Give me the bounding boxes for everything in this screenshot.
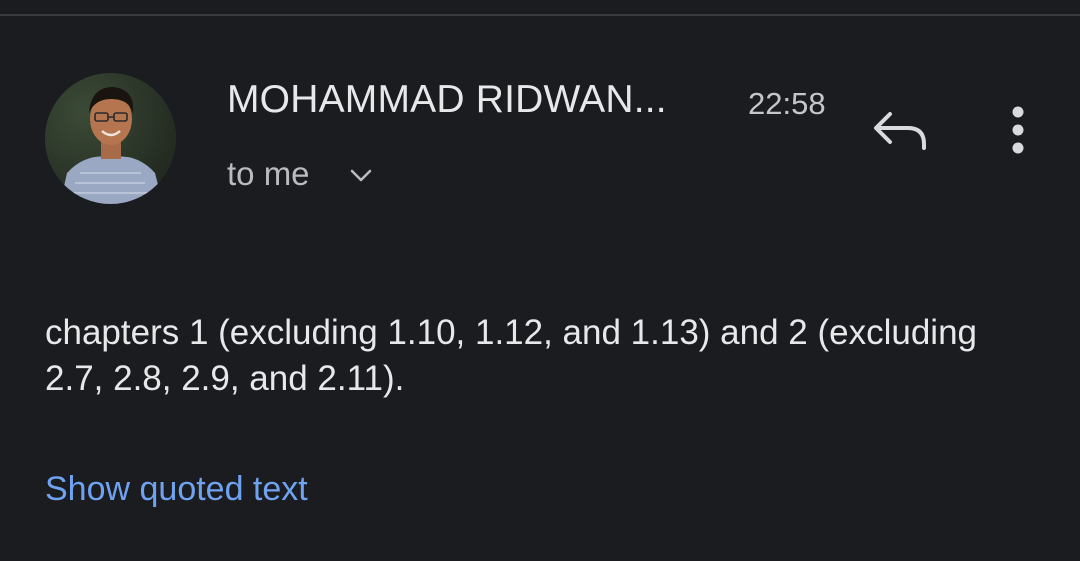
- show-quoted-text-link[interactable]: Show quoted text: [45, 470, 308, 509]
- chevron-down-icon[interactable]: [346, 163, 376, 187]
- message-time: 22:58: [748, 86, 826, 121]
- avatar-photo: [45, 73, 176, 204]
- message-body: chapters 1 (excluding 1.10, 1.12, and 1.…: [45, 313, 978, 398]
- more-vert-icon[interactable]: [1000, 104, 1036, 156]
- top-divider: [0, 14, 1080, 16]
- sender-name[interactable]: MOHAMMAD RIDWAN...: [227, 78, 667, 122]
- sender-avatar[interactable]: [45, 73, 176, 204]
- recipient-label[interactable]: to me: [227, 155, 310, 193]
- reply-icon[interactable]: [868, 106, 932, 154]
